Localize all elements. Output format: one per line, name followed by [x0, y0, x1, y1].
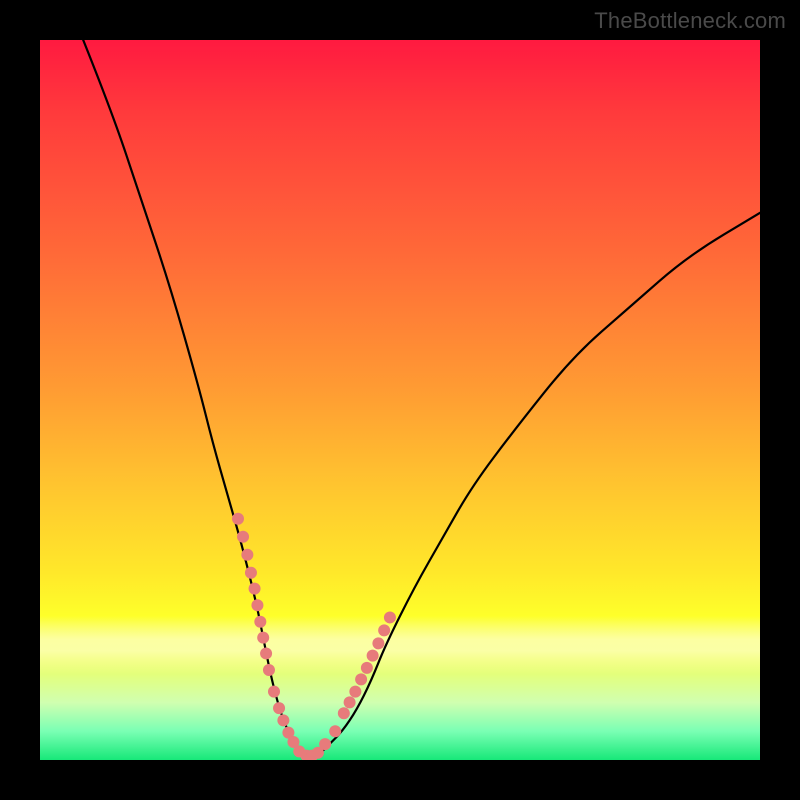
- marker-dot: [257, 632, 269, 644]
- marker-dot: [367, 650, 379, 662]
- marker-dot: [378, 624, 390, 636]
- marker-dot: [329, 725, 341, 737]
- marker-dot: [277, 714, 289, 726]
- marker-dot: [237, 531, 249, 543]
- marker-dot: [245, 567, 257, 579]
- marker-dot: [241, 549, 253, 561]
- marker-dot: [273, 702, 285, 714]
- marker-dot: [361, 662, 373, 674]
- marker-dot: [355, 673, 367, 685]
- marker-dot: [263, 664, 275, 676]
- curve-layer: [40, 40, 760, 760]
- marker-dot: [260, 647, 272, 659]
- marker-dot: [319, 738, 331, 750]
- plot-area: [40, 40, 760, 760]
- marker-dot: [268, 686, 280, 698]
- marker-dot: [249, 583, 261, 595]
- bottleneck-curve: [83, 40, 760, 756]
- marker-dot: [344, 696, 356, 708]
- marker-dots: [232, 513, 396, 760]
- chart-frame: TheBottleneck.com: [0, 0, 800, 800]
- marker-dot: [338, 707, 350, 719]
- watermark-text: TheBottleneck.com: [594, 8, 786, 34]
- marker-dot: [251, 599, 263, 611]
- marker-dot: [254, 616, 266, 628]
- marker-dot: [384, 611, 396, 623]
- marker-dot: [349, 686, 361, 698]
- marker-dot: [372, 637, 384, 649]
- marker-dot: [232, 513, 244, 525]
